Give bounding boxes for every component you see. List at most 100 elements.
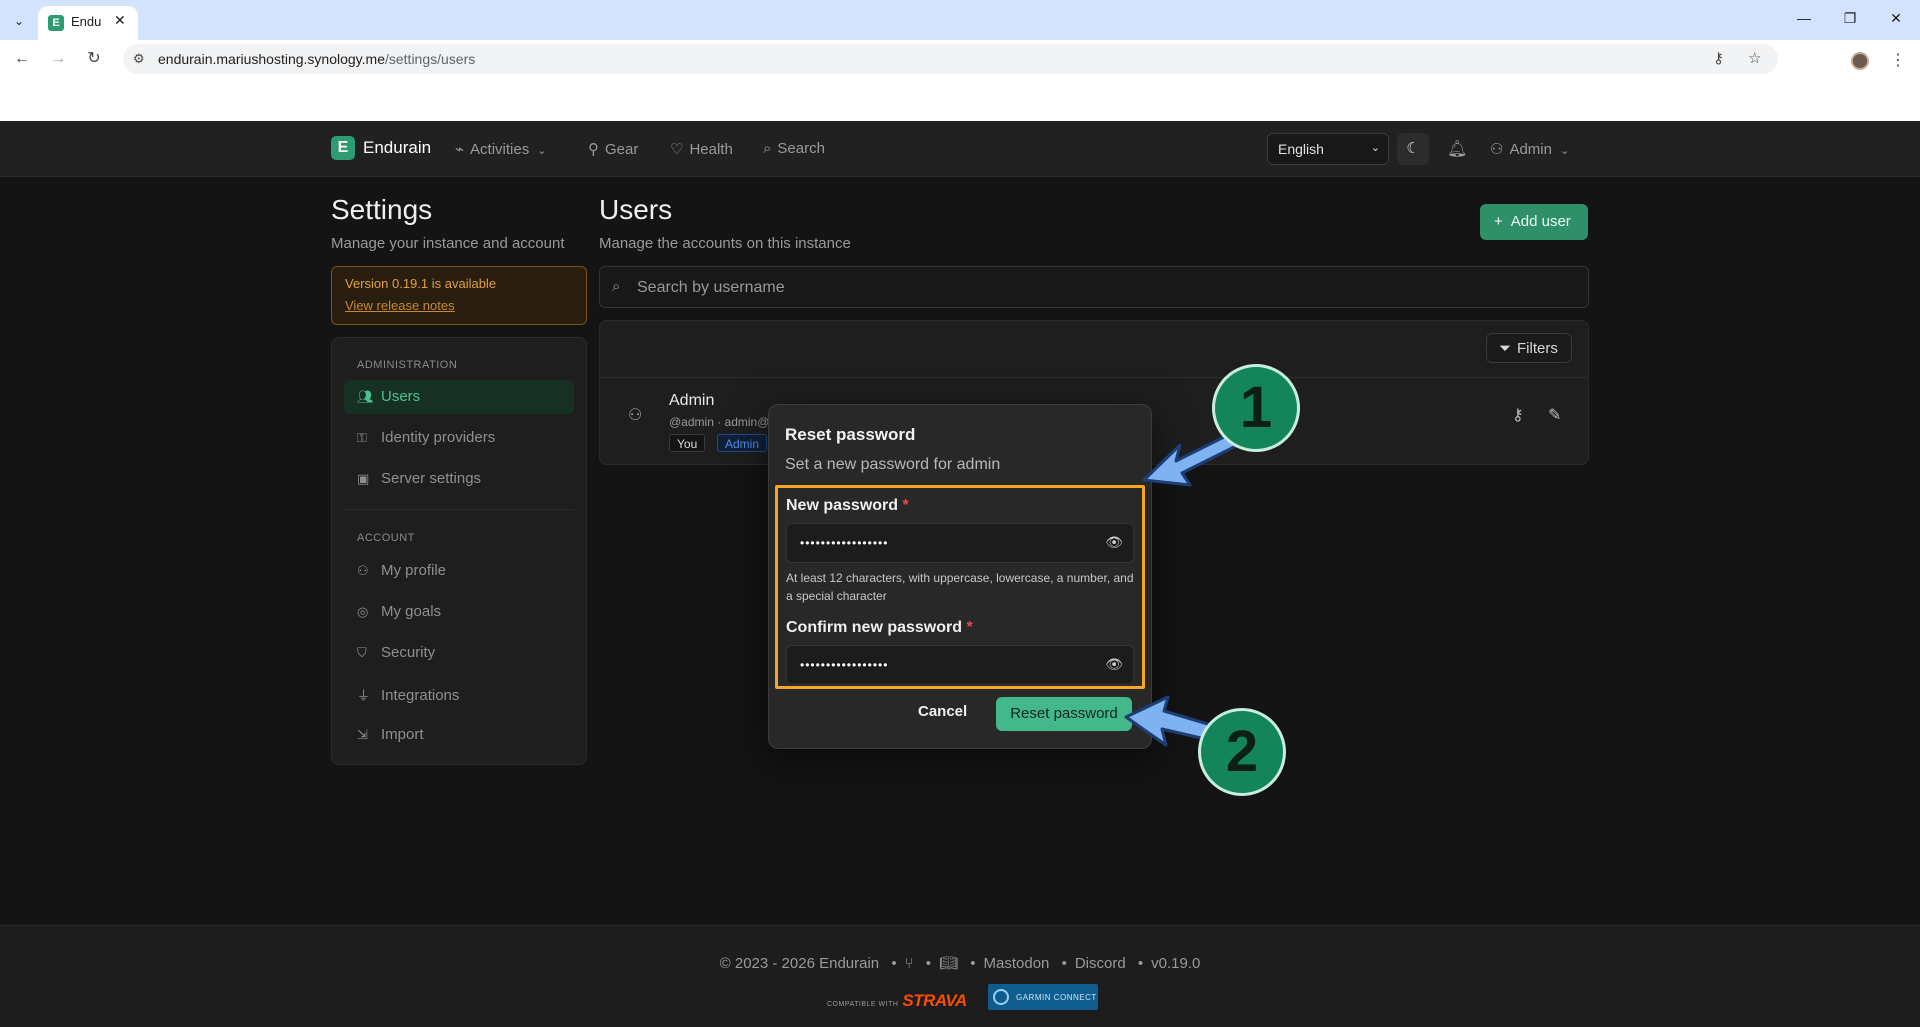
sidebar-item-my-profile[interactable]: ⚇ My profile: [344, 554, 574, 588]
user-row-meta: @admin · admin@: [669, 415, 769, 429]
endurain-logo[interactable]: E: [331, 136, 355, 160]
you-badge: You: [669, 434, 706, 452]
docs-book-icon[interactable]: 📖︎: [939, 955, 958, 972]
browser-tab[interactable]: E Endurain ✕: [38, 6, 138, 40]
sidebar-divider: [344, 509, 574, 510]
discord-link[interactable]: Discord: [1075, 955, 1126, 972]
target-icon: ◎: [357, 604, 369, 619]
users-title: Users: [599, 194, 673, 225]
nav-health[interactable]: ♡ Health: [670, 140, 733, 158]
tab-title: Endurain: [71, 14, 101, 29]
step2-callout: 2: [1198, 708, 1286, 796]
add-user-button[interactable]: + Add user: [1480, 204, 1588, 240]
confirm-password-label: Confirm new password *: [786, 619, 973, 636]
sidebar-item-identity-providers[interactable]: ⚿ Identity providers: [344, 421, 574, 455]
reset-password-key-icon[interactable]: ⚷: [1512, 405, 1524, 425]
filter-icon: ⏷: [1499, 340, 1512, 357]
chevron-down-icon: ⌄: [1370, 142, 1380, 154]
url-text: endurain.mariushosting.synology.me/setti…: [158, 51, 476, 67]
step1-callout: 1: [1212, 364, 1300, 452]
site-info-icon[interactable]: ⚙: [133, 51, 145, 67]
browser-menu-icon[interactable]: ⋮: [1890, 50, 1906, 70]
reset-password-dialog: Reset password Set a new password for ad…: [768, 404, 1152, 749]
sidebar-item-security[interactable]: ⛉ Security: [344, 636, 574, 670]
browser-tab-bar: ⌄ E Endurain ✕ — ❐ ✕: [0, 0, 1920, 40]
footer-copyright: © 2023 - 2026 Endurain: [719, 955, 880, 972]
shield-icon: ⛉: [357, 645, 367, 660]
brand-name[interactable]: Endurain: [363, 138, 431, 158]
activity-icon: ⌁: [455, 141, 465, 158]
restore-icon[interactable]: ❐: [1840, 10, 1860, 27]
mastodon-link[interactable]: Mastodon: [984, 955, 1050, 972]
filters-button[interactable]: ⏷ Filters: [1486, 333, 1572, 363]
profile-avatar[interactable]: [1851, 52, 1869, 70]
minimize-icon[interactable]: —: [1794, 10, 1814, 26]
user-row-name[interactable]: Admin: [669, 392, 714, 410]
endurain-favicon: E: [48, 15, 64, 31]
sidebar-item-users[interactable]: 👥︎ Users: [344, 380, 574, 414]
git-branch-icon[interactable]: ⑂: [905, 955, 914, 972]
bookmark-star-icon[interactable]: ☆: [1748, 49, 1761, 67]
app-header: E Endurain ⌁ Activities ⌄ ⚲ Gear ♡ Health ⌕ S…: [0, 121, 1920, 177]
footer: © 2023 - 2026 Endurain • ⑂ • 📖︎ • Mastodon …: [0, 925, 1920, 1027]
admin-role-badge: Admin: [717, 434, 768, 452]
edit-pencil-icon[interactable]: ✎: [1548, 405, 1561, 425]
reset-password-button[interactable]: Reset password: [996, 697, 1132, 731]
new-password-input[interactable]: ••••••••••••••••• 👁︎: [786, 523, 1134, 563]
user-avatar-icon: ⚇: [628, 407, 643, 424]
user-icon: ⚇: [1490, 141, 1504, 158]
search-users-input[interactable]: ⌕ Search by username: [599, 266, 1589, 308]
user-menu[interactable]: ⚇ Admin ⌄: [1490, 140, 1569, 158]
bike-icon: ⚲: [588, 141, 599, 158]
confirm-password-input[interactable]: ••••••••••••••••• 👁︎: [786, 645, 1134, 685]
show-password-eye-icon[interactable]: 👁︎: [1105, 534, 1123, 551]
reload-icon[interactable]: ↻: [83, 48, 105, 70]
password-key-icon[interactable]: ⚷: [1713, 49, 1724, 67]
settings-title: Settings: [331, 194, 433, 225]
sidebar-item-integrations[interactable]: ⏚ Integrations: [344, 677, 574, 711]
dialog-title: Reset password: [785, 425, 916, 444]
sidebar-item-import[interactable]: ⇲ Import: [344, 718, 574, 752]
nav-gear[interactable]: ⚲ Gear: [588, 140, 638, 158]
window-close-icon[interactable]: ✕: [1886, 10, 1906, 27]
server-icon: ▣: [357, 471, 370, 486]
user-icon: ⚇: [357, 563, 369, 578]
sidebar-item-server-settings[interactable]: ▣ Server settings: [344, 462, 574, 496]
footer-links: © 2023 - 2026 Endurain • ⑂ • 📖︎ • Mastodon …: [719, 955, 1201, 972]
theme-toggle-moon-icon[interactable]: ☾: [1397, 133, 1429, 165]
import-icon: ⇲: [357, 727, 368, 742]
back-icon[interactable]: ←: [11, 48, 33, 70]
users-subtitle: Manage the accounts on this instance: [599, 235, 851, 252]
search-placeholder: Search by username: [637, 279, 785, 296]
forward-icon[interactable]: →: [47, 48, 69, 70]
chevron-down-icon: ⌄: [537, 145, 547, 157]
heart-icon: ♡: [670, 141, 684, 158]
key-icon: ⚿: [357, 430, 367, 445]
notifications-bell-icon[interactable]: 🔔︎: [1447, 139, 1467, 159]
settings-sidebar: ADMINISTRATION 👥︎ Users ⚿ Identity provide…: [331, 337, 587, 765]
new-password-value: •••••••••••••••••: [800, 536, 889, 550]
sidebar-heading-account: ACCOUNT: [357, 532, 415, 544]
language-select[interactable]: English ⌄: [1267, 133, 1389, 165]
version-notice-text: Version 0.19.1 is available: [345, 276, 497, 291]
new-password-label: New password *: [786, 497, 909, 514]
search-icon: ⌕: [763, 140, 772, 157]
tab-search-chevron-icon[interactable]: ⌄: [8, 10, 30, 32]
nav-search[interactable]: ⌕ Search: [763, 140, 825, 157]
nav-activities[interactable]: ⌁ Activities ⌄: [455, 140, 546, 158]
address-bar[interactable]: ⚙ endurain.mariushosting.synology.me/set…: [123, 44, 1778, 74]
sidebar-item-my-goals[interactable]: ◎ My goals: [344, 595, 574, 629]
card-divider: [600, 377, 1588, 378]
password-requirements-hint: At least 12 characters, with uppercase, …: [786, 571, 1134, 603]
cancel-button[interactable]: Cancel: [918, 703, 967, 720]
tab-close-icon[interactable]: ✕: [114, 12, 126, 29]
version-notice: Version 0.19.1 is available View release…: [331, 266, 587, 325]
dialog-subtitle: Set a new password for admin: [785, 456, 1001, 473]
plus-icon: +: [1494, 213, 1503, 230]
release-notes-link[interactable]: View release notes: [345, 298, 573, 313]
plug-icon: ⏚: [357, 688, 371, 703]
settings-subtitle: Manage your instance and account: [331, 235, 565, 252]
show-password-eye-icon[interactable]: 👁︎: [1105, 656, 1123, 673]
search-icon: ⌕: [612, 278, 621, 295]
users-icon: 👥︎: [357, 389, 374, 404]
